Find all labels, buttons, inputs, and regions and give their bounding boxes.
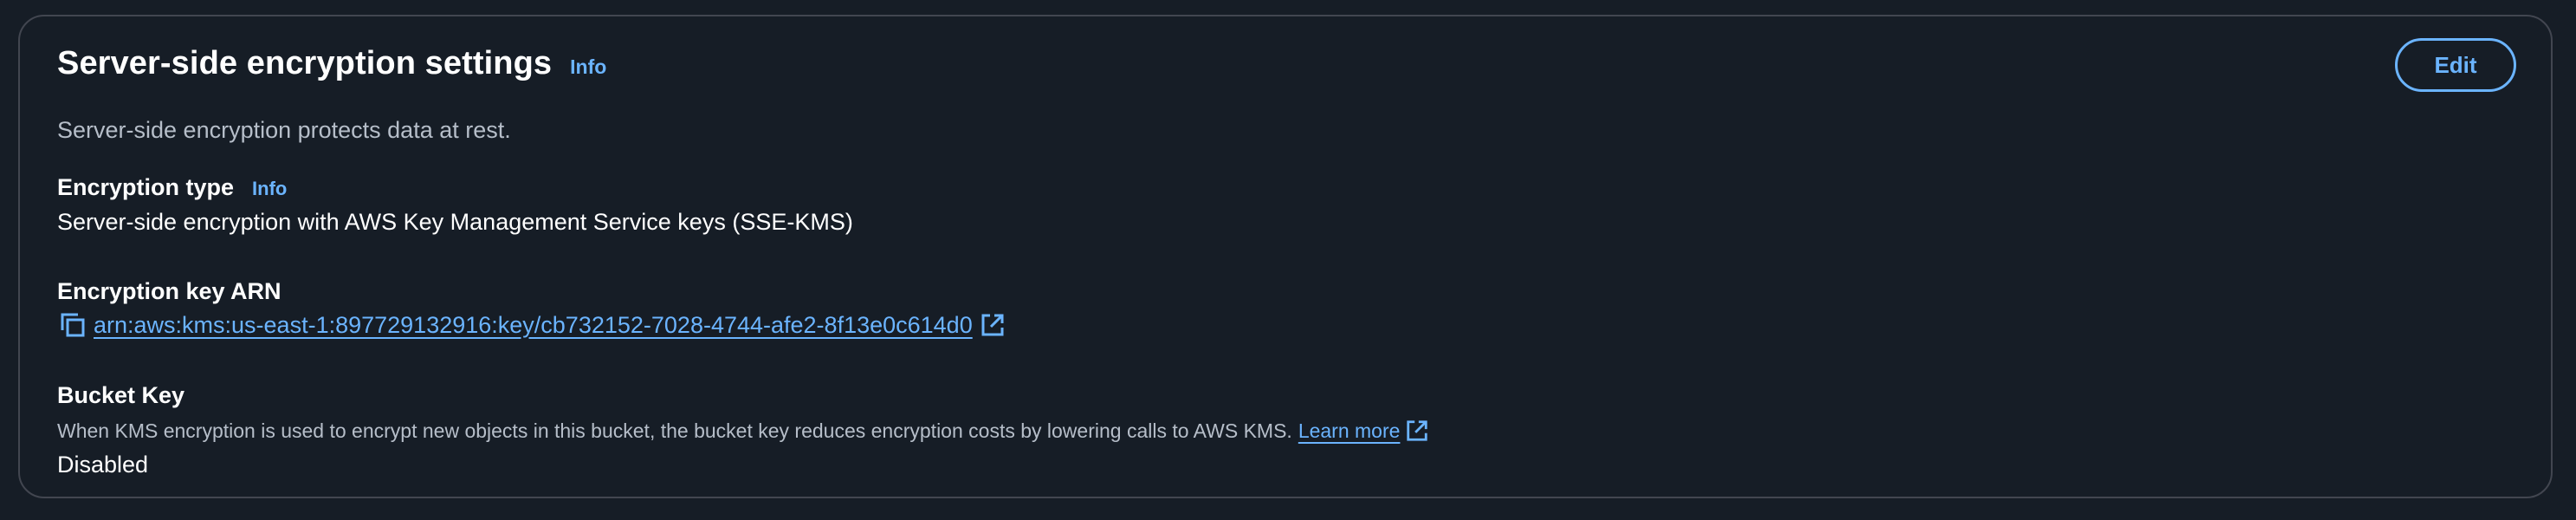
bucket-key-label: Bucket Key (57, 382, 185, 408)
learn-more-link[interactable]: Learn more (1298, 419, 1401, 443)
panel-title: Server-side encryption settings (57, 45, 553, 81)
encryption-type-value: Server-side encryption with AWS Key Mana… (57, 209, 853, 235)
panel-info-link[interactable]: Info (570, 55, 606, 79)
bucket-key-description-row: When KMS encryption is used to encrypt n… (57, 419, 1429, 443)
external-link-icon[interactable] (980, 312, 1006, 338)
copy-icon[interactable] (57, 309, 88, 341)
bucket-key-value: Disabled (57, 452, 149, 478)
encryption-type-label-row: Encryption type Info (57, 174, 287, 201)
panel-header: Server-side encryption settings Info (57, 45, 606, 82)
encryption-key-label: Encryption key ARN (57, 278, 282, 304)
external-link-icon[interactable] (1405, 419, 1429, 443)
edit-button[interactable]: Edit (2395, 38, 2516, 92)
panel-description: Server-side encryption protects data at … (57, 117, 511, 143)
encryption-type-label: Encryption type (57, 174, 235, 200)
server-side-encryption-panel: Server-side encryption settings Info Ser… (18, 15, 2553, 498)
encryption-key-arn-row: arn:aws:kms:us-east-1:897729132916:key/c… (57, 309, 1006, 341)
encryption-type-info-link[interactable]: Info (252, 178, 287, 200)
encryption-key-arn-link[interactable]: arn:aws:kms:us-east-1:897729132916:key/c… (94, 312, 973, 339)
bucket-key-label-row: Bucket Key (57, 382, 184, 409)
encryption-key-label-row: Encryption key ARN (57, 278, 282, 305)
bucket-key-description: When KMS encryption is used to encrypt n… (57, 419, 1292, 442)
